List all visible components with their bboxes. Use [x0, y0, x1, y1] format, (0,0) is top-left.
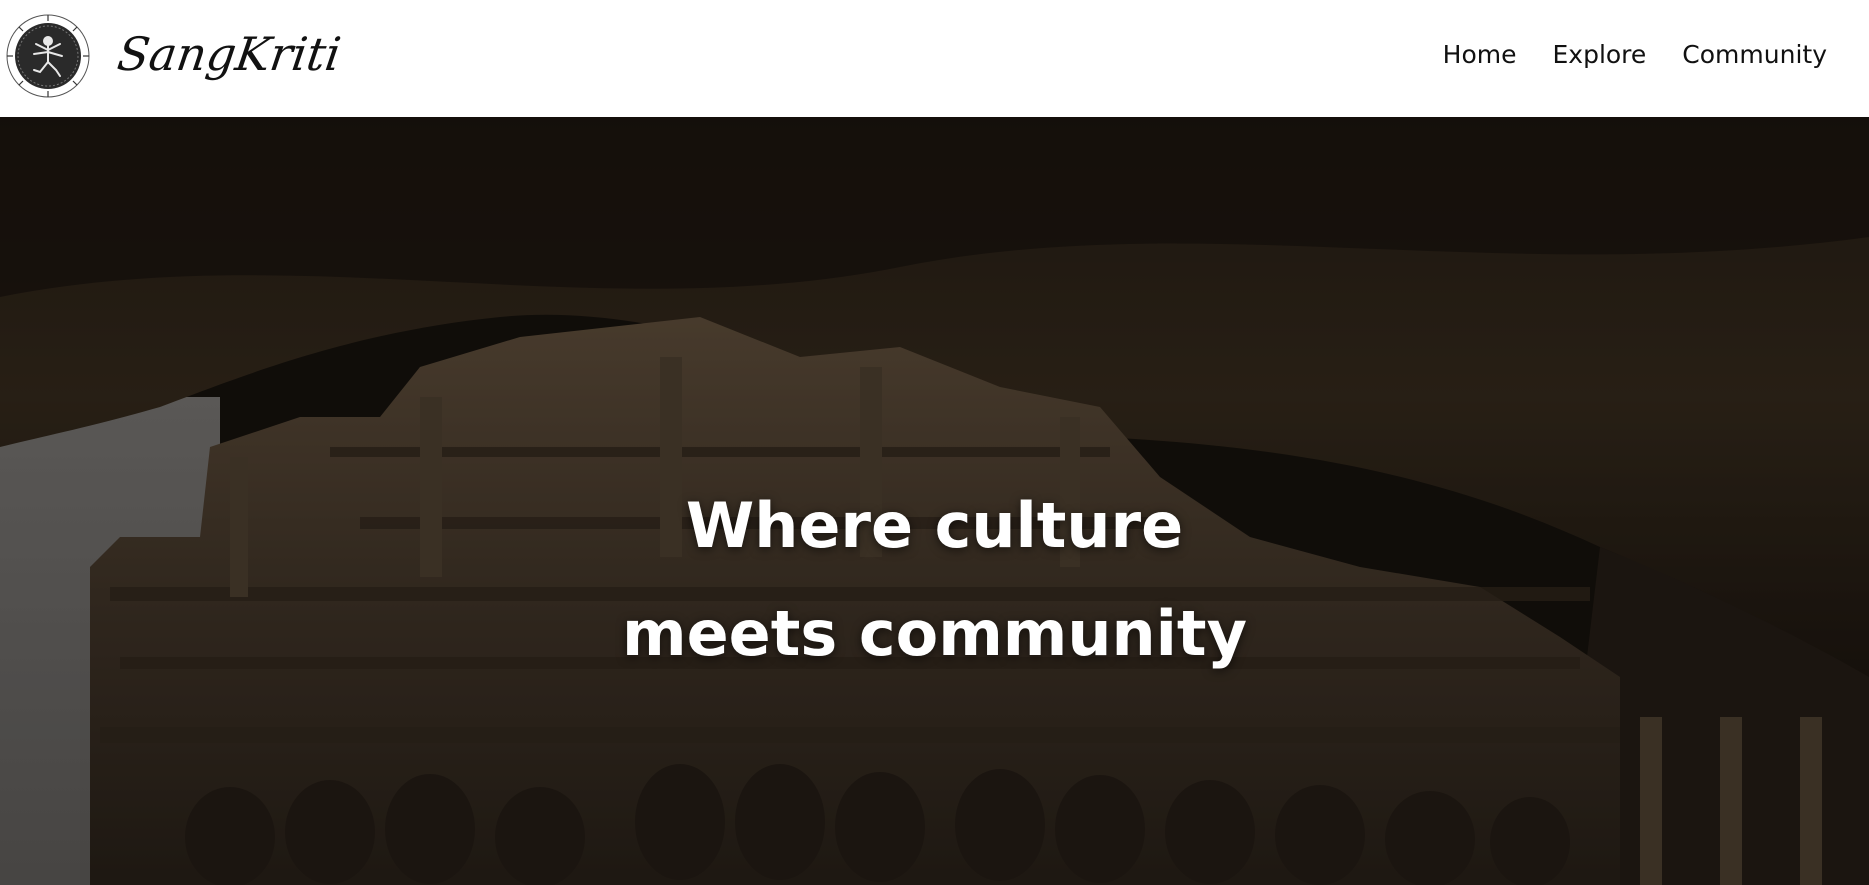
dancing-figure-emblem-icon	[6, 14, 90, 98]
hero-section: Where culture meets community	[0, 117, 1869, 885]
main-nav: Home Explore Community	[1443, 40, 1827, 69]
hero-heading: Where culture meets community	[0, 472, 1869, 688]
nav-explore-link[interactable]: Explore	[1552, 40, 1646, 69]
brand[interactable]: SangKriti	[6, 14, 344, 98]
brand-name: SangKriti	[114, 27, 345, 81]
hero-heading-line2: meets community	[622, 597, 1247, 670]
nav-home-link[interactable]: Home	[1443, 40, 1517, 69]
hero-heading-line1: Where culture	[685, 489, 1184, 562]
nav-community-link[interactable]: Community	[1682, 40, 1827, 69]
navbar: SangKriti Home Explore Community	[0, 0, 1869, 117]
